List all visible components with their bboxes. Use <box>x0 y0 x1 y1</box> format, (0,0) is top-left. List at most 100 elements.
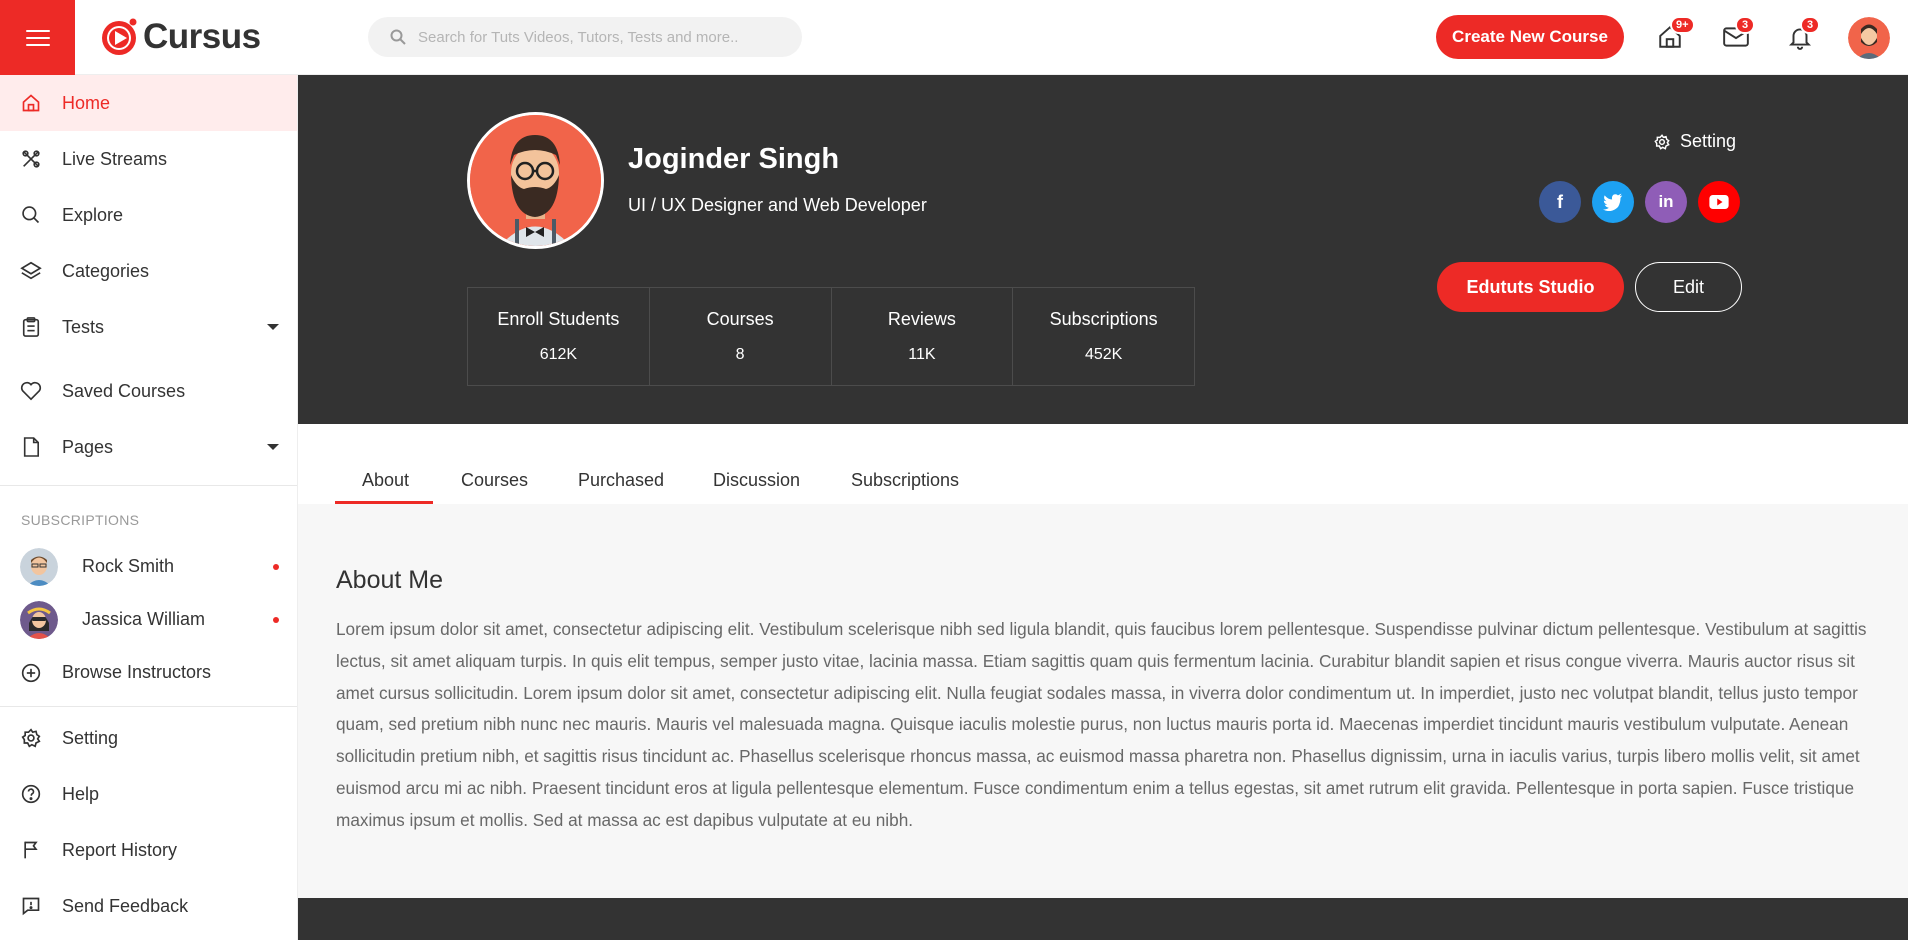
sidebar-item-label: Live Streams <box>62 148 168 169</box>
sidebar-item-pages[interactable]: Pages <box>0 419 297 475</box>
file-icon <box>20 436 42 458</box>
tab-discussion[interactable]: Discussion <box>713 470 800 491</box>
help-icon <box>20 783 42 805</box>
sidebar: Home Live Streams Explore Categories Tes… <box>0 75 298 940</box>
brand-name: Cursus <box>143 17 261 56</box>
messages-button[interactable]: 3 <box>1718 16 1755 54</box>
profile-name: Joginder Singh <box>628 143 840 175</box>
sidebar-item-label: Report History <box>62 839 178 860</box>
sidebar-item-label: Tests <box>62 316 105 337</box>
user-avatar[interactable] <box>1848 17 1890 59</box>
profile-setting-link[interactable]: Setting <box>1654 131 1736 152</box>
sidebar-item-tests[interactable]: Tests <box>0 299 297 355</box>
sidebar-item-label: Home <box>62 92 111 113</box>
sidebar-item-label: Saved Courses <box>62 380 186 401</box>
sidebar-item-label: Browse Instructors <box>62 662 212 682</box>
stat-value: 452K <box>1084 346 1123 363</box>
home-badge: 9+ <box>1670 16 1695 34</box>
youtube-button[interactable] <box>1698 181 1740 223</box>
sidebar-item-browse-instructors[interactable]: Browse Instructors <box>0 646 297 699</box>
subscriptions-heading: SUBSCRIPTIONS <box>21 512 140 528</box>
subscription-item[interactable]: Rock Smith <box>0 540 297 593</box>
stat-label: Courses <box>706 309 774 329</box>
live-indicator <box>273 617 279 623</box>
active-tab-indicator <box>335 501 433 504</box>
sidebar-item-report-history[interactable]: Report History <box>0 822 297 878</box>
play-logo-icon <box>99 17 139 57</box>
broadcast-icon <box>20 148 42 170</box>
search-icon <box>20 204 42 226</box>
bell-badge: 3 <box>1800 16 1820 34</box>
home-notification-button[interactable]: 9+ <box>1653 16 1695 54</box>
mail-badge: 3 <box>1735 16 1755 34</box>
sidebar-item-home[interactable]: Home <box>0 75 297 131</box>
about-text: Lorem ipsum dolor sit amet, consectetur … <box>336 619 1867 830</box>
twitter-icon <box>1603 193 1623 211</box>
search-input[interactable] <box>418 28 778 46</box>
footer <box>298 898 1908 940</box>
heart-icon <box>20 380 42 402</box>
gear-icon <box>1654 133 1670 150</box>
linkedin-icon: in <box>1658 192 1674 211</box>
avatar <box>20 600 58 639</box>
sidebar-item-label: Help <box>62 783 100 804</box>
search-icon <box>390 29 406 45</box>
sidebar-item-setting[interactable]: Setting <box>0 710 297 766</box>
sidebar-item-explore[interactable]: Explore <box>0 187 297 243</box>
subscription-item[interactable]: Jassica William <box>0 593 297 646</box>
sidebar-item-send-feedback[interactable]: Send Feedback <box>0 878 297 934</box>
tab-purchased[interactable]: Purchased <box>578 470 664 491</box>
edututs-studio-button[interactable]: Edututs Studio <box>1437 262 1624 312</box>
menu-toggle-button[interactable] <box>0 0 75 75</box>
sidebar-item-help[interactable]: Help <box>0 766 297 822</box>
sidebar-item-live-streams[interactable]: Live Streams <box>0 131 297 187</box>
profile-title: UI / UX Designer and Web Developer <box>628 195 927 215</box>
twitter-button[interactable] <box>1592 181 1634 223</box>
youtube-icon <box>1709 195 1729 209</box>
stat-subscriptions: Subscriptions 452K <box>1013 288 1194 385</box>
live-indicator <box>273 564 279 570</box>
search-bar[interactable] <box>368 17 802 57</box>
stat-value: 8 <box>735 346 745 363</box>
tab-about[interactable]: About <box>362 470 409 491</box>
notifications-button[interactable]: 3 <box>1783 16 1820 54</box>
chevron-down-icon[interactable] <box>267 324 279 330</box>
sidebar-item-label: Pages <box>62 436 114 457</box>
stat-courses: Courses 8 <box>650 288 832 385</box>
tab-subscriptions[interactable]: Subscriptions <box>851 470 959 491</box>
facebook-button[interactable]: f <box>1539 181 1581 223</box>
stat-enroll-students: Enroll Students 612K <box>468 288 650 385</box>
about-heading: About Me <box>336 566 444 594</box>
profile-avatar <box>467 112 604 249</box>
edit-profile-button[interactable]: Edit <box>1635 262 1742 312</box>
sidebar-item-label: Send Feedback <box>62 895 189 916</box>
stat-label: Reviews <box>887 309 956 329</box>
sidebar-item-label: Setting <box>62 727 119 748</box>
plus-circle-icon <box>20 662 42 684</box>
tab-courses[interactable]: Courses <box>461 470 528 491</box>
chevron-down-icon[interactable] <box>267 444 279 450</box>
subscription-name: Rock Smith <box>82 556 175 576</box>
create-new-course-button[interactable]: Create New Course <box>1436 15 1624 59</box>
setting-label: Setting <box>1680 131 1737 151</box>
sidebar-item-saved-courses[interactable]: Saved Courses <box>0 363 297 419</box>
layers-icon <box>20 260 42 282</box>
stat-reviews: Reviews 11K <box>832 288 1014 385</box>
sidebar-item-categories[interactable]: Categories <box>0 243 297 299</box>
feedback-icon <box>20 895 42 917</box>
avatar <box>20 547 58 586</box>
facebook-icon: f <box>1557 191 1563 212</box>
stat-label: Subscriptions <box>1049 309 1158 329</box>
clipboard-icon <box>20 316 42 338</box>
profile-tabs: About Courses Purchased Discussion Subsc… <box>298 424 1908 504</box>
gear-icon <box>20 727 42 749</box>
home-icon <box>20 92 42 114</box>
linkedin-button[interactable]: in <box>1645 181 1687 223</box>
profile-stats: Enroll Students 612K Courses 8 Reviews 1… <box>467 287 1195 386</box>
stat-value: 612K <box>539 346 578 363</box>
brand-logo[interactable]: Cursus <box>99 17 261 57</box>
hamburger-icon <box>25 25 50 51</box>
stat-label: Enroll Students <box>497 309 620 329</box>
stat-value: 11K <box>908 346 936 363</box>
sidebar-item-label: Explore <box>62 204 124 225</box>
